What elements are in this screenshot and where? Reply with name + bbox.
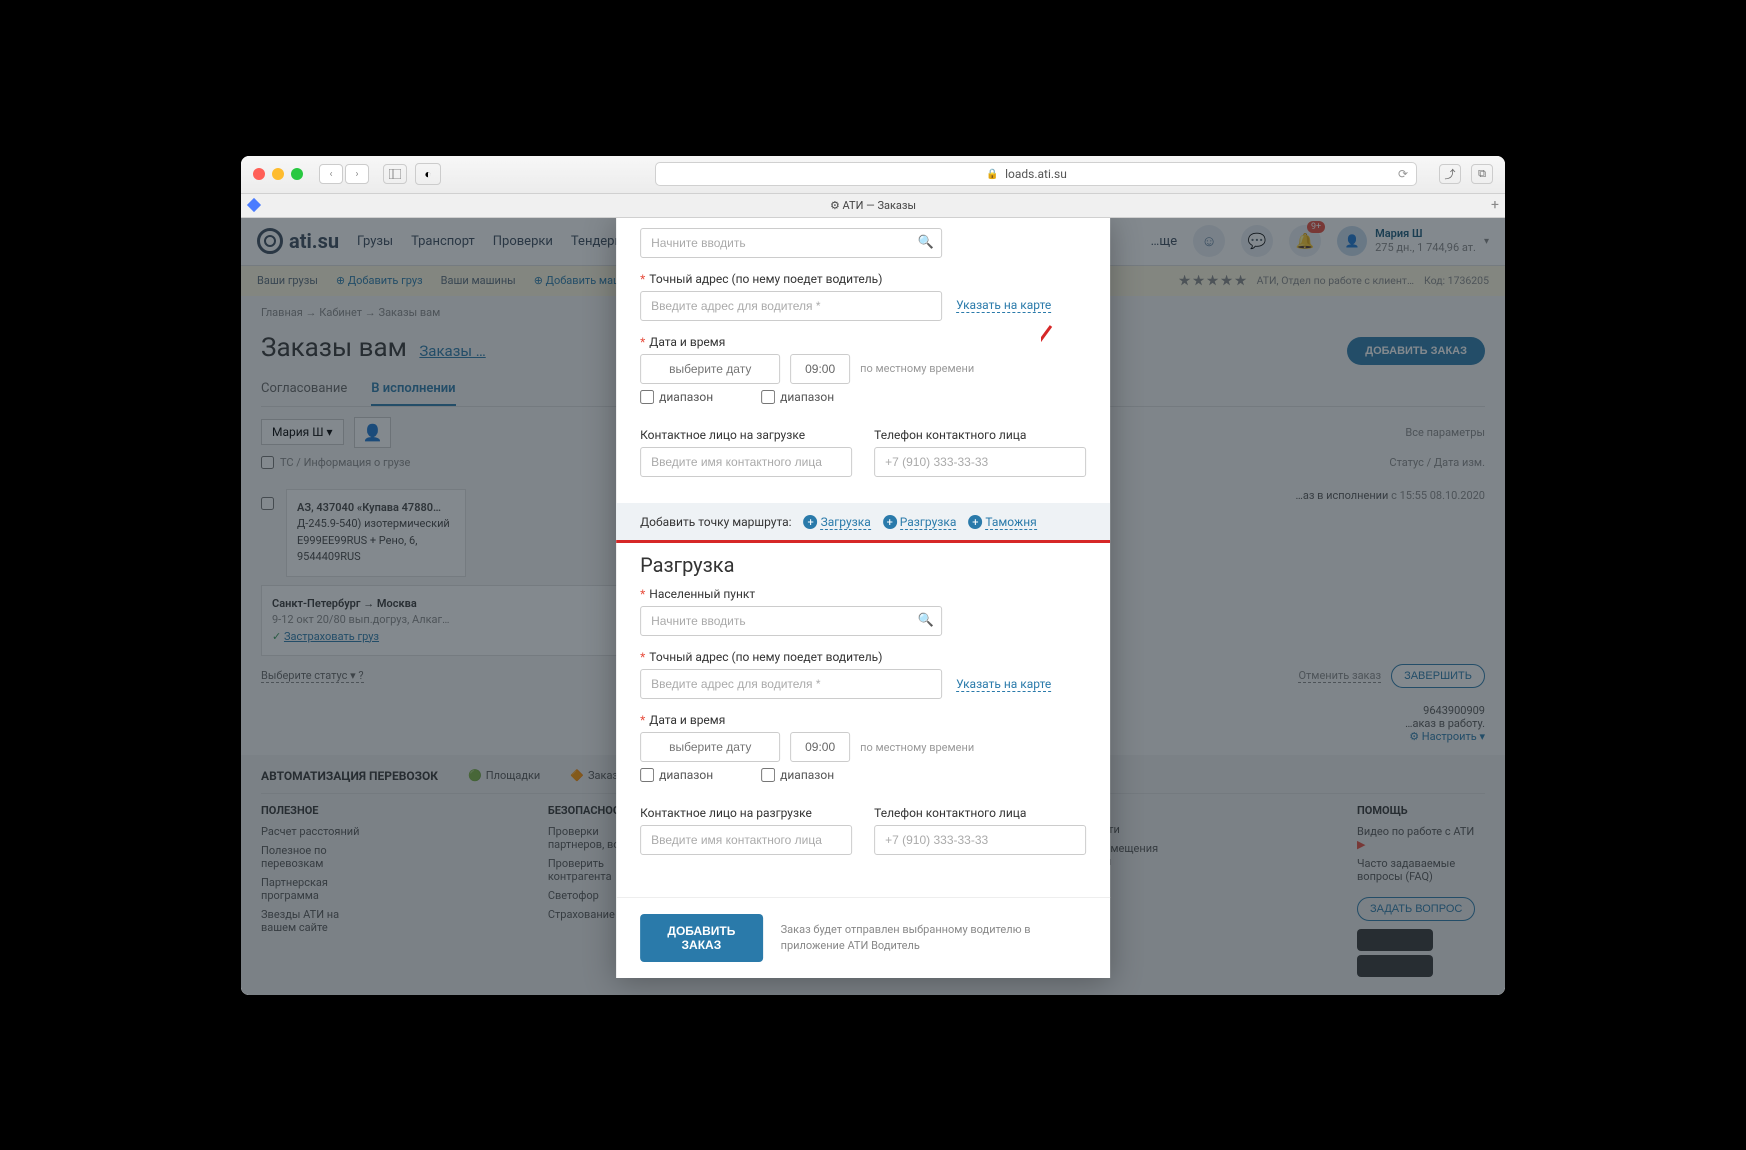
add-loading-point[interactable]: Загрузка: [821, 515, 871, 530]
browser-window: ‹ › ◐ 🔒 loads.ati.su ⟳ ⤴ ⧉ ⚙ АТИ — Заказ…: [241, 156, 1505, 995]
loading-time-input[interactable]: [790, 354, 850, 384]
tabs-icon[interactable]: ⧉: [1471, 164, 1493, 184]
highlight-line: [616, 540, 1110, 543]
tabbar: ⚙ АТИ — Заказы +: [241, 194, 1505, 218]
plus-icon: +: [804, 515, 818, 529]
unloading-contact-input[interactable]: [640, 825, 852, 855]
unloading-city-input[interactable]: [640, 606, 942, 636]
search-icon: 🔍: [918, 235, 934, 250]
close-window-icon[interactable]: [253, 168, 265, 180]
loading-phone-input[interactable]: [874, 447, 1086, 477]
tz-note: по местному времени: [860, 362, 974, 375]
reader-icon[interactable]: ◐: [415, 163, 441, 185]
sidebar-toggle-icon[interactable]: [383, 164, 407, 184]
new-tab-button[interactable]: +: [1491, 197, 1499, 213]
loading-address-input[interactable]: [640, 291, 942, 321]
forward-button[interactable]: ›: [345, 164, 369, 184]
window-controls: [253, 168, 303, 180]
loading-date-input[interactable]: [640, 354, 780, 384]
unloading-date-input[interactable]: [640, 732, 780, 762]
url-bar[interactable]: 🔒 loads.ati.su ⟳: [655, 162, 1417, 186]
unloading-map-link[interactable]: Указать на карте: [956, 677, 1051, 692]
loading-time-range-checkbox[interactable]: диапазон: [761, 390, 834, 404]
minimize-window-icon[interactable]: [272, 168, 284, 180]
plus-icon: +: [968, 515, 982, 529]
loading-contact-input[interactable]: [640, 447, 852, 477]
tab-title[interactable]: ⚙ АТИ — Заказы: [830, 199, 916, 212]
add-unloading-point[interactable]: Разгрузка: [900, 515, 957, 530]
pinned-tab-icon[interactable]: [247, 198, 261, 212]
reload-icon[interactable]: ⟳: [1398, 167, 1408, 181]
unloading-time-input[interactable]: [790, 732, 850, 762]
submit-order-button[interactable]: ДОБАВИТЬ ЗАКАЗ: [640, 914, 763, 962]
tz-note: по местному времени: [860, 741, 974, 754]
search-icon: 🔍: [918, 613, 934, 628]
maximize-window-icon[interactable]: [291, 168, 303, 180]
titlebar: ‹ › ◐ 🔒 loads.ati.su ⟳ ⤴ ⧉: [241, 156, 1505, 194]
unloading-title: Разгрузка: [640, 553, 1086, 577]
lock-icon: 🔒: [986, 169, 998, 180]
share-icon[interactable]: ⤴: [1439, 164, 1461, 184]
unloading-time-range-checkbox[interactable]: диапазон: [761, 768, 834, 782]
plus-icon: +: [883, 515, 897, 529]
loading-city-input[interactable]: [640, 228, 942, 258]
unloading-address-input[interactable]: [640, 669, 942, 699]
back-button[interactable]: ‹: [319, 164, 343, 184]
loading-map-link[interactable]: Указать на карте: [956, 298, 1051, 313]
modal-footer: ДОБАВИТЬ ЗАКАЗ Заказ будет отправлен выб…: [616, 897, 1110, 978]
unloading-date-range-checkbox[interactable]: диапазон: [640, 768, 713, 782]
route-point-bar: Добавить точку маршрута: +Загрузка +Разг…: [616, 503, 1110, 542]
loading-date-range-checkbox[interactable]: диапазон: [640, 390, 713, 404]
url-text: loads.ati.su: [1005, 167, 1067, 181]
add-customs-point[interactable]: Таможня: [985, 515, 1036, 530]
submit-note: Заказ будет отправлен выбранному водител…: [781, 922, 1086, 953]
unloading-phone-input[interactable]: [874, 825, 1086, 855]
order-modal: 🔍 *Точный адрес (по нему поедет водитель…: [616, 218, 1110, 978]
